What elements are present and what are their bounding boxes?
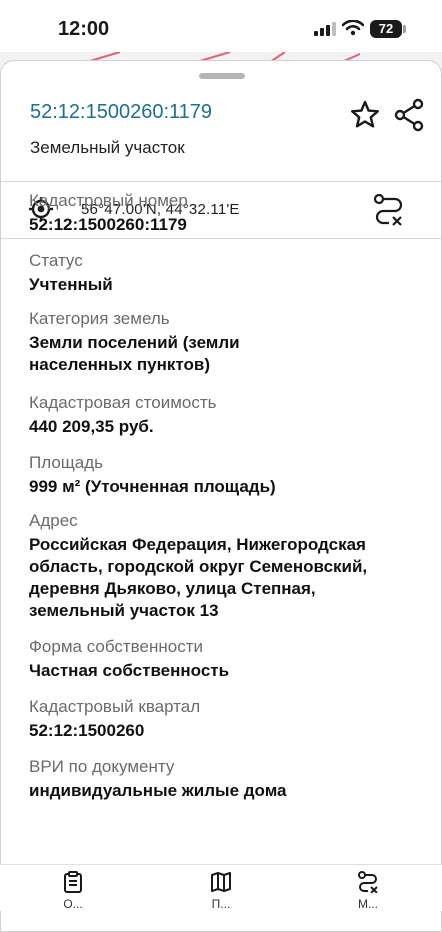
- field-label: Кадастровый квартал: [29, 697, 201, 716]
- tab-info-label: Ο...: [63, 897, 83, 911]
- field-cadastral-value: Кадастровая стоимость 440 209,35 руб.: [29, 392, 419, 438]
- field-value[interactable]: Российская Федерация, Нижегородская обла…: [29, 534, 419, 622]
- tab-info[interactable]: Ο...: [13, 871, 133, 911]
- field-label: Кадастровая стоимость: [29, 393, 217, 412]
- tab-routes-label: М...: [358, 897, 378, 911]
- field-land-category: Категория земель Земли поселений (земли …: [29, 308, 419, 376]
- star-icon[interactable]: [349, 99, 381, 131]
- clipboard-icon: [64, 871, 82, 893]
- field-ownership: Форма собственности Частная собственност…: [29, 636, 419, 682]
- field-address: Адрес Российская Федерация, Нижегородска…: [29, 510, 419, 622]
- field-value[interactable]: 999 м² (Уточненная площадь): [29, 476, 419, 498]
- field-permitted-use: ВРИ по документу индивидуальные жилые до…: [29, 756, 419, 802]
- share-icon[interactable]: [393, 98, 425, 132]
- object-type-subtitle: Земельный участок: [30, 138, 185, 157]
- field-value[interactable]: Частная собственность: [29, 660, 419, 682]
- field-cadastral-quarter: Кадастровый квартал 52:12:1500260: [29, 696, 419, 742]
- status-bar: 12:00 72: [0, 0, 442, 52]
- battery-cap: [403, 25, 406, 33]
- tab-map-label: П...: [211, 897, 231, 911]
- field-value[interactable]: 52:12:1500260:1179: [29, 214, 419, 236]
- field-label: Форма собственности: [29, 637, 203, 656]
- battery-indicator: 72: [370, 20, 402, 38]
- tab-routes[interactable]: М...: [308, 871, 428, 911]
- field-value[interactable]: 440 209,35 руб.: [29, 416, 419, 438]
- map-icon: [211, 872, 231, 892]
- sheet-grabber[interactable]: [199, 73, 245, 79]
- field-label: ВРИ по документу: [29, 757, 175, 776]
- cellular-signal-icon: [314, 22, 336, 36]
- field-value[interactable]: 52:12:1500260: [29, 720, 419, 742]
- field-label: Категория земель: [29, 309, 170, 328]
- field-cadastral-number: Кадастровый номер 52:12:1500260:1179: [29, 190, 419, 236]
- bottom-tab-bar: Ο... П... М...: [0, 864, 442, 911]
- field-area: Площадь 999 м² (Уточненная площадь): [29, 452, 419, 498]
- field-value[interactable]: индивидуальные жилые дома: [29, 780, 419, 802]
- field-label: Площадь: [29, 453, 104, 472]
- field-value[interactable]: Учтенный: [29, 274, 419, 296]
- field-label: Адрес: [29, 511, 78, 530]
- cadastral-number-title[interactable]: 52:12:1500260:1179: [30, 101, 212, 124]
- clock: 12:00: [58, 18, 110, 40]
- route-icon: [358, 871, 378, 893]
- field-label: Кадастровый номер: [29, 191, 188, 210]
- field-value[interactable]: Земли поселений (земли населенных пункто…: [29, 332, 419, 376]
- wifi-icon: [342, 20, 364, 36]
- field-label: Статус: [29, 251, 83, 270]
- tab-map[interactable]: П...: [161, 871, 281, 911]
- field-status: Статус Учтенный: [29, 250, 419, 296]
